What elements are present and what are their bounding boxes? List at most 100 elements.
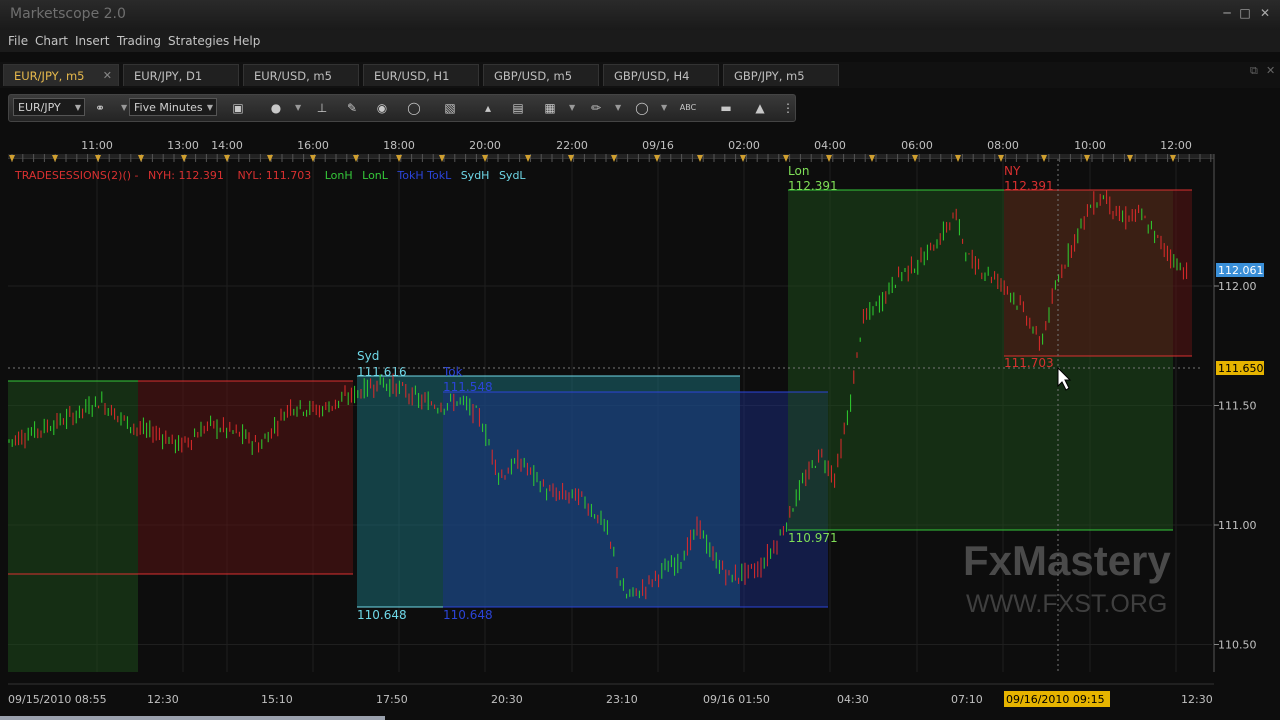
menu-trading[interactable]: Trading	[117, 34, 161, 48]
price-tick-label: 110.50	[1218, 639, 1257, 652]
abc-text-icon[interactable]: ABC	[679, 99, 697, 117]
top-time-label: 22:00	[556, 139, 588, 152]
cursor-price-value: 111.650	[1218, 362, 1264, 375]
ellipse-icon[interactable]: ◯	[633, 99, 651, 117]
tokyo-high-label: 111.548	[443, 380, 493, 394]
top-time-label: 18:00	[383, 139, 415, 152]
template-icon[interactable]: ▤	[509, 99, 527, 117]
top-time-label: 08:00	[987, 139, 1019, 152]
legend-text: TRADESESSIONS(2)() - NYH: 112.391 NYL: 1…	[14, 169, 526, 182]
tree-icon[interactable]: ▲	[751, 99, 769, 117]
tab-eurjpy-m5[interactable]: EUR/JPY, m5 ✕	[3, 64, 119, 86]
instrument-value: EUR/JPY	[18, 101, 61, 114]
top-time-label: 20:00	[469, 139, 501, 152]
tab-eurusd-m5[interactable]: EUR/USD, m5	[243, 64, 359, 86]
chevron-down-icon[interactable]: ▼	[121, 99, 127, 117]
indicator-icon[interactable]: ▦	[541, 99, 559, 117]
cursor-time-value: 09/16/2010 09:15	[1006, 693, 1105, 706]
bottom-time-label: 09/15/2010 08:55	[8, 693, 107, 706]
menu-file[interactable]: File	[8, 34, 28, 48]
tab-eurusd-h1[interactable]: EUR/USD, H1	[363, 64, 479, 86]
link-icon[interactable]: ⚭	[91, 99, 109, 117]
tokyo-fill	[443, 392, 828, 607]
legend-tokyo: TokH TokL	[396, 169, 452, 182]
top-time-label: 16:00	[297, 139, 329, 152]
close-icon[interactable]: ✕	[1256, 6, 1274, 20]
tab-label: GBP/USD, H4	[614, 69, 690, 83]
legend-sydl: SydL	[499, 169, 526, 182]
app-title: Marketscope 2.0	[10, 6, 126, 22]
bottom-time-label: 17:50	[376, 693, 408, 706]
cursor-icon[interactable]: ●	[267, 99, 285, 117]
ny-prev-fill	[138, 381, 353, 574]
ny-fill	[1004, 190, 1192, 356]
tab-eurjpy-d1[interactable]: EUR/JPY, D1	[123, 64, 239, 86]
sydney-high-label: 111.616	[357, 365, 407, 379]
toolbar-grip-icon[interactable]: ⋮	[779, 99, 797, 117]
tokyo-low-label: 110.648	[443, 608, 493, 622]
watermark-title: FxMastery	[963, 537, 1171, 584]
price-tick-label: 112.00	[1218, 280, 1257, 293]
london-high-label: 112.391	[788, 179, 838, 193]
label-icon[interactable]: ✎	[343, 99, 361, 117]
tab-label: EUR/JPY, D1	[134, 69, 203, 83]
menu-strategies[interactable]: Strategies	[168, 34, 229, 48]
top-time-label: 04:00	[814, 139, 846, 152]
maximize-icon[interactable]: □	[1236, 6, 1254, 20]
eraser-icon[interactable]: ▬	[717, 99, 735, 117]
timeframe-select[interactable]: Five Minutes ▼	[129, 98, 217, 116]
timeframe-value: Five Minutes	[134, 101, 203, 114]
menu-insert[interactable]: Insert	[75, 34, 109, 48]
ruler-icon[interactable]: ▧	[441, 99, 459, 117]
crosshair-icon[interactable]: ⊥	[313, 99, 331, 117]
cursor-price-tag: 111.650	[1216, 361, 1264, 375]
chart-tab-bar: EUR/JPY, m5 ✕ EUR/JPY, D1 EUR/USD, m5 EU…	[0, 62, 1280, 88]
chevron-down-icon: ▼	[206, 103, 213, 112]
legend-nyh: NYH: 112.391	[148, 169, 224, 182]
tab-label: EUR/JPY, m5	[14, 69, 85, 83]
legend-lonl: LonL	[362, 169, 389, 182]
bottom-time-label: 09/16 01:50	[703, 693, 770, 706]
chevron-down-icon[interactable]: ▼	[661, 99, 667, 117]
price-tick-label: 111.00	[1218, 519, 1257, 532]
menu-help[interactable]: Help	[233, 34, 260, 48]
ny-high-label: 112.391	[1004, 179, 1054, 193]
instrument-select[interactable]: EUR/JPY ▼	[13, 98, 85, 116]
restore-panel-icon[interactable]: ⧉	[1250, 64, 1258, 78]
top-time-label: 09/16	[642, 139, 674, 152]
chevron-down-icon[interactable]: ▼	[569, 99, 575, 117]
3d-view-icon[interactable]: ▣	[229, 99, 247, 117]
bottom-time-label: 12:30	[147, 693, 179, 706]
top-time-label: 11:00	[81, 139, 113, 152]
indicator-legend: TRADESESSIONS(2)() - NYH: 112.391 NYL: 1…	[14, 169, 526, 182]
pencil-icon[interactable]: ✏	[587, 99, 605, 117]
minimize-icon[interactable]: ─	[1218, 6, 1236, 20]
horizontal-scrollbar[interactable]	[0, 716, 385, 720]
chevron-down-icon[interactable]: ▼	[295, 99, 301, 117]
bottom-time-label: 20:30	[491, 693, 523, 706]
chevron-down-icon[interactable]: ▼	[615, 99, 621, 117]
bottom-time-label: 15:10	[261, 693, 293, 706]
chart-type-icon[interactable]: ▴	[479, 99, 497, 117]
close-tab-icon[interactable]: ✕	[103, 65, 112, 87]
ny-name-label: NY	[1004, 164, 1021, 178]
bottom-time-label: 23:10	[606, 693, 638, 706]
tab-gbpjpy-m5[interactable]: GBP/JPY, m5	[723, 64, 839, 86]
top-time-label: 14:00	[211, 139, 243, 152]
price-chart[interactable]: Syd 111.616 110.648 Tok 111.548 110.648 …	[0, 132, 1280, 720]
tab-label: GBP/JPY, m5	[734, 69, 805, 83]
price-tick-label: 111.50	[1218, 400, 1257, 413]
eye-icon[interactable]: ◉	[373, 99, 391, 117]
close-panel-icon[interactable]: ✕	[1266, 64, 1275, 77]
top-time-label: 06:00	[901, 139, 933, 152]
tab-gbpusd-m5[interactable]: GBP/USD, m5	[483, 64, 599, 86]
bottom-time-label: 04:30	[837, 693, 869, 706]
globe-icon[interactable]: ◯	[405, 99, 423, 117]
bottom-time-label: 12:30	[1181, 693, 1213, 706]
menu-chart[interactable]: Chart	[35, 34, 68, 48]
cursor-time-tag: 09/16/2010 09:15	[1004, 691, 1110, 707]
tokyo-name-label: Tok	[442, 365, 463, 379]
tab-gbpusd-h4[interactable]: GBP/USD, H4	[603, 64, 719, 86]
sydney-name-label: Syd	[357, 349, 379, 363]
chart-toolbar: EUR/JPY ▼ ⚭ ▼ Five Minutes ▼ ▣ ● ▼ ⊥ ✎ ◉…	[8, 94, 796, 122]
